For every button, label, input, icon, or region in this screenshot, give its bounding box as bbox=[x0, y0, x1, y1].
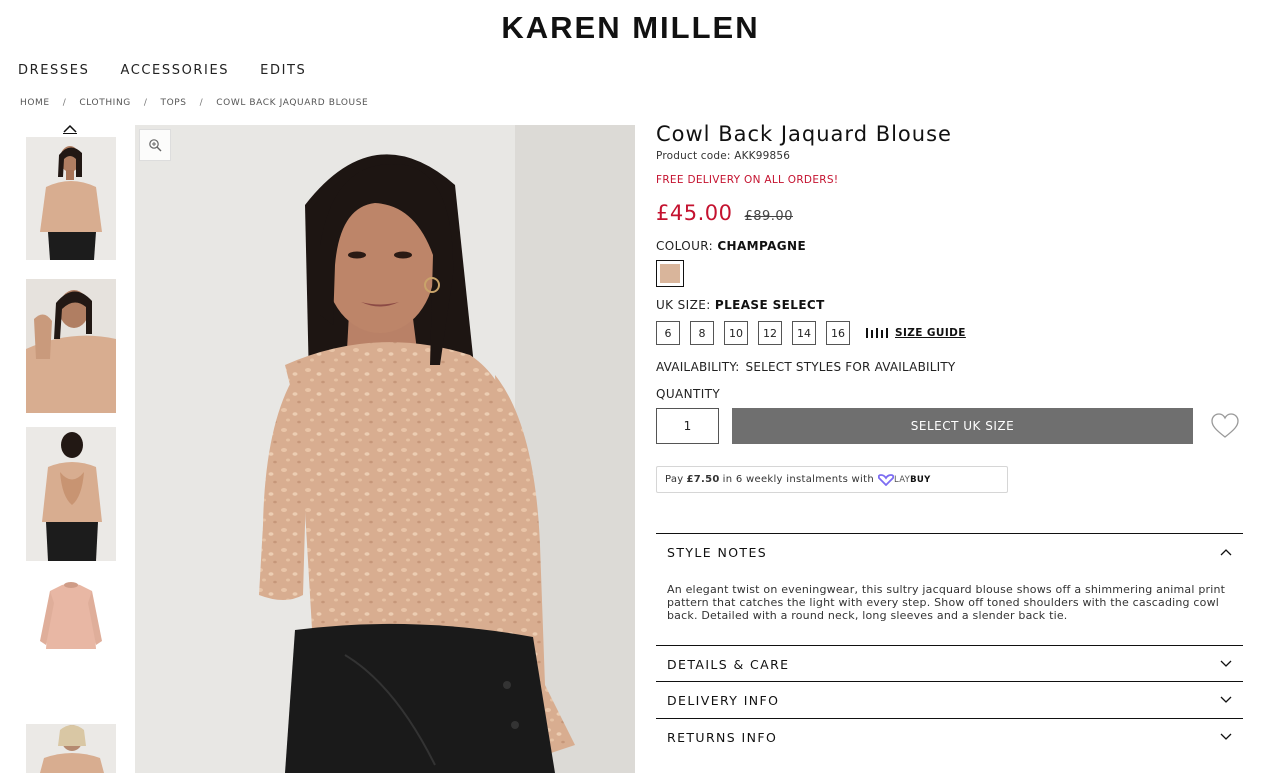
details-care-title: DETAILS & CARE bbox=[667, 656, 790, 672]
swatch-fill bbox=[660, 264, 680, 283]
laybuy-pay: Pay bbox=[665, 474, 684, 485]
laybuy-heart-icon bbox=[877, 473, 894, 486]
product-code: Product code: AKK99856 bbox=[656, 150, 791, 162]
laybuy-text: in 6 weekly instalments with bbox=[722, 474, 874, 485]
add-to-bag-row: SELECT UK SIZE bbox=[656, 408, 1243, 444]
breadcrumb-clothing[interactable]: CLOTHING bbox=[79, 98, 131, 108]
thumbnail-flat[interactable] bbox=[26, 579, 116, 661]
size-guide-link[interactable]: SIZE GUIDE bbox=[865, 327, 966, 339]
size-label: UK SIZE: PLEASE SELECT bbox=[656, 298, 1243, 312]
brand-logo[interactable]: KAREN MILLEN bbox=[0, 10, 1261, 46]
colour-value: CHAMPAGNE bbox=[717, 239, 807, 253]
delivery-info-header[interactable]: DELIVERY INFO bbox=[656, 682, 1243, 718]
accordion-details: DETAILS & CARE bbox=[656, 645, 1243, 682]
laybuy-logo-lay: LAY bbox=[893, 474, 911, 485]
availability-value: SELECT STYLES FOR AVAILABILITY bbox=[745, 360, 956, 374]
size-option-8[interactable]: 8 bbox=[690, 321, 714, 345]
price-row: £45.00 £89.00 bbox=[656, 201, 1243, 225]
details-care-header[interactable]: DETAILS & CARE bbox=[656, 646, 1243, 682]
product-title: Cowl Back Jaquard Blouse bbox=[656, 122, 952, 146]
returns-info-header[interactable]: RETURNS INFO bbox=[656, 719, 1243, 755]
size-selector: 6 8 10 12 14 16 SIZE GUIDE bbox=[656, 321, 1243, 345]
ruler-icon bbox=[866, 328, 888, 338]
thumbnail-scroll-up-icon[interactable] bbox=[63, 124, 77, 134]
chevron-down-icon bbox=[1220, 660, 1232, 667]
size-option-6[interactable]: 6 bbox=[656, 321, 680, 345]
accordion-returns: RETURNS INFO bbox=[656, 718, 1243, 755]
breadcrumb-separator: / bbox=[62, 98, 67, 108]
chevron-down-icon bbox=[1220, 733, 1232, 740]
nav-item-dresses[interactable]: DRESSES bbox=[18, 63, 89, 78]
style-notes-body: An elegant twist on eveningwear, this su… bbox=[667, 583, 1226, 622]
laybuy-logo: LAY BUY bbox=[877, 473, 931, 486]
colour-label-text: COLOUR: bbox=[656, 239, 714, 253]
laybuy-banner[interactable]: Pay £7.50 in 6 weekly instalments with L… bbox=[656, 466, 1008, 493]
breadcrumb-current: COWL BACK JAQUARD BLOUSE bbox=[216, 98, 369, 108]
zoom-in-icon bbox=[149, 139, 162, 152]
thumbnail-detail[interactable] bbox=[26, 279, 116, 413]
returns-info-title: RETURNS INFO bbox=[667, 729, 778, 745]
thumbnail-model-2[interactable] bbox=[26, 724, 116, 773]
nav-item-edits[interactable]: EDITS bbox=[260, 63, 306, 78]
breadcrumb-separator: / bbox=[143, 98, 148, 108]
accordion-delivery: DELIVERY INFO bbox=[656, 681, 1243, 718]
accordion-style-notes: STYLE NOTES An elegant twist on eveningw… bbox=[656, 533, 1243, 646]
delivery-info-title: DELIVERY INFO bbox=[667, 692, 780, 708]
availability: AVAILABILITY: SELECT STYLES FOR AVAILABIL… bbox=[656, 360, 1243, 374]
chevron-down-icon bbox=[1220, 696, 1232, 703]
style-notes-header[interactable]: STYLE NOTES bbox=[656, 534, 1243, 570]
zoom-button[interactable] bbox=[139, 129, 171, 161]
size-option-12[interactable]: 12 bbox=[758, 321, 782, 345]
nav-item-accessories[interactable]: ACCESSORIES bbox=[120, 63, 229, 78]
main-nav: DRESSES ACCESSORIES EDITS bbox=[18, 63, 306, 78]
main-product-image[interactable] bbox=[135, 125, 635, 773]
laybuy-amount: £7.50 bbox=[686, 474, 720, 485]
availability-label: AVAILABILITY: bbox=[656, 360, 740, 374]
size-value: PLEASE SELECT bbox=[714, 298, 825, 312]
thumbnail-front[interactable] bbox=[26, 137, 116, 260]
select-size-button[interactable]: SELECT UK SIZE bbox=[732, 408, 1193, 444]
breadcrumb: HOME / CLOTHING / TOPS / COWL BACK JAQUA… bbox=[20, 98, 368, 108]
size-option-10[interactable]: 10 bbox=[724, 321, 748, 345]
original-price: £89.00 bbox=[744, 209, 793, 224]
promo-banner: FREE DELIVERY ON ALL ORDERS! bbox=[656, 174, 839, 186]
colour-swatch-champagne[interactable] bbox=[656, 260, 684, 287]
size-option-14[interactable]: 14 bbox=[792, 321, 816, 345]
quantity-label: QUANTITY bbox=[656, 387, 721, 401]
size-guide-label: SIZE GUIDE bbox=[895, 327, 966, 339]
breadcrumb-separator: / bbox=[199, 98, 204, 108]
size-option-16[interactable]: 16 bbox=[826, 321, 850, 345]
thumbnail-back[interactable] bbox=[26, 427, 116, 561]
quantity-input[interactable] bbox=[656, 408, 719, 444]
breadcrumb-tops[interactable]: TOPS bbox=[161, 98, 187, 108]
heart-icon[interactable] bbox=[1210, 412, 1240, 440]
chevron-up-icon bbox=[1220, 549, 1232, 556]
sale-price: £45.00 bbox=[656, 201, 733, 225]
breadcrumb-home[interactable]: HOME bbox=[20, 98, 50, 108]
colour-label: COLOUR: CHAMPAGNE bbox=[656, 239, 1243, 253]
size-label-text: UK SIZE: bbox=[656, 298, 711, 312]
product-info: Cowl Back Jaquard Blouse Product code: A… bbox=[656, 122, 1243, 493]
style-notes-title: STYLE NOTES bbox=[667, 544, 768, 560]
laybuy-logo-buy: BUY bbox=[910, 474, 931, 485]
